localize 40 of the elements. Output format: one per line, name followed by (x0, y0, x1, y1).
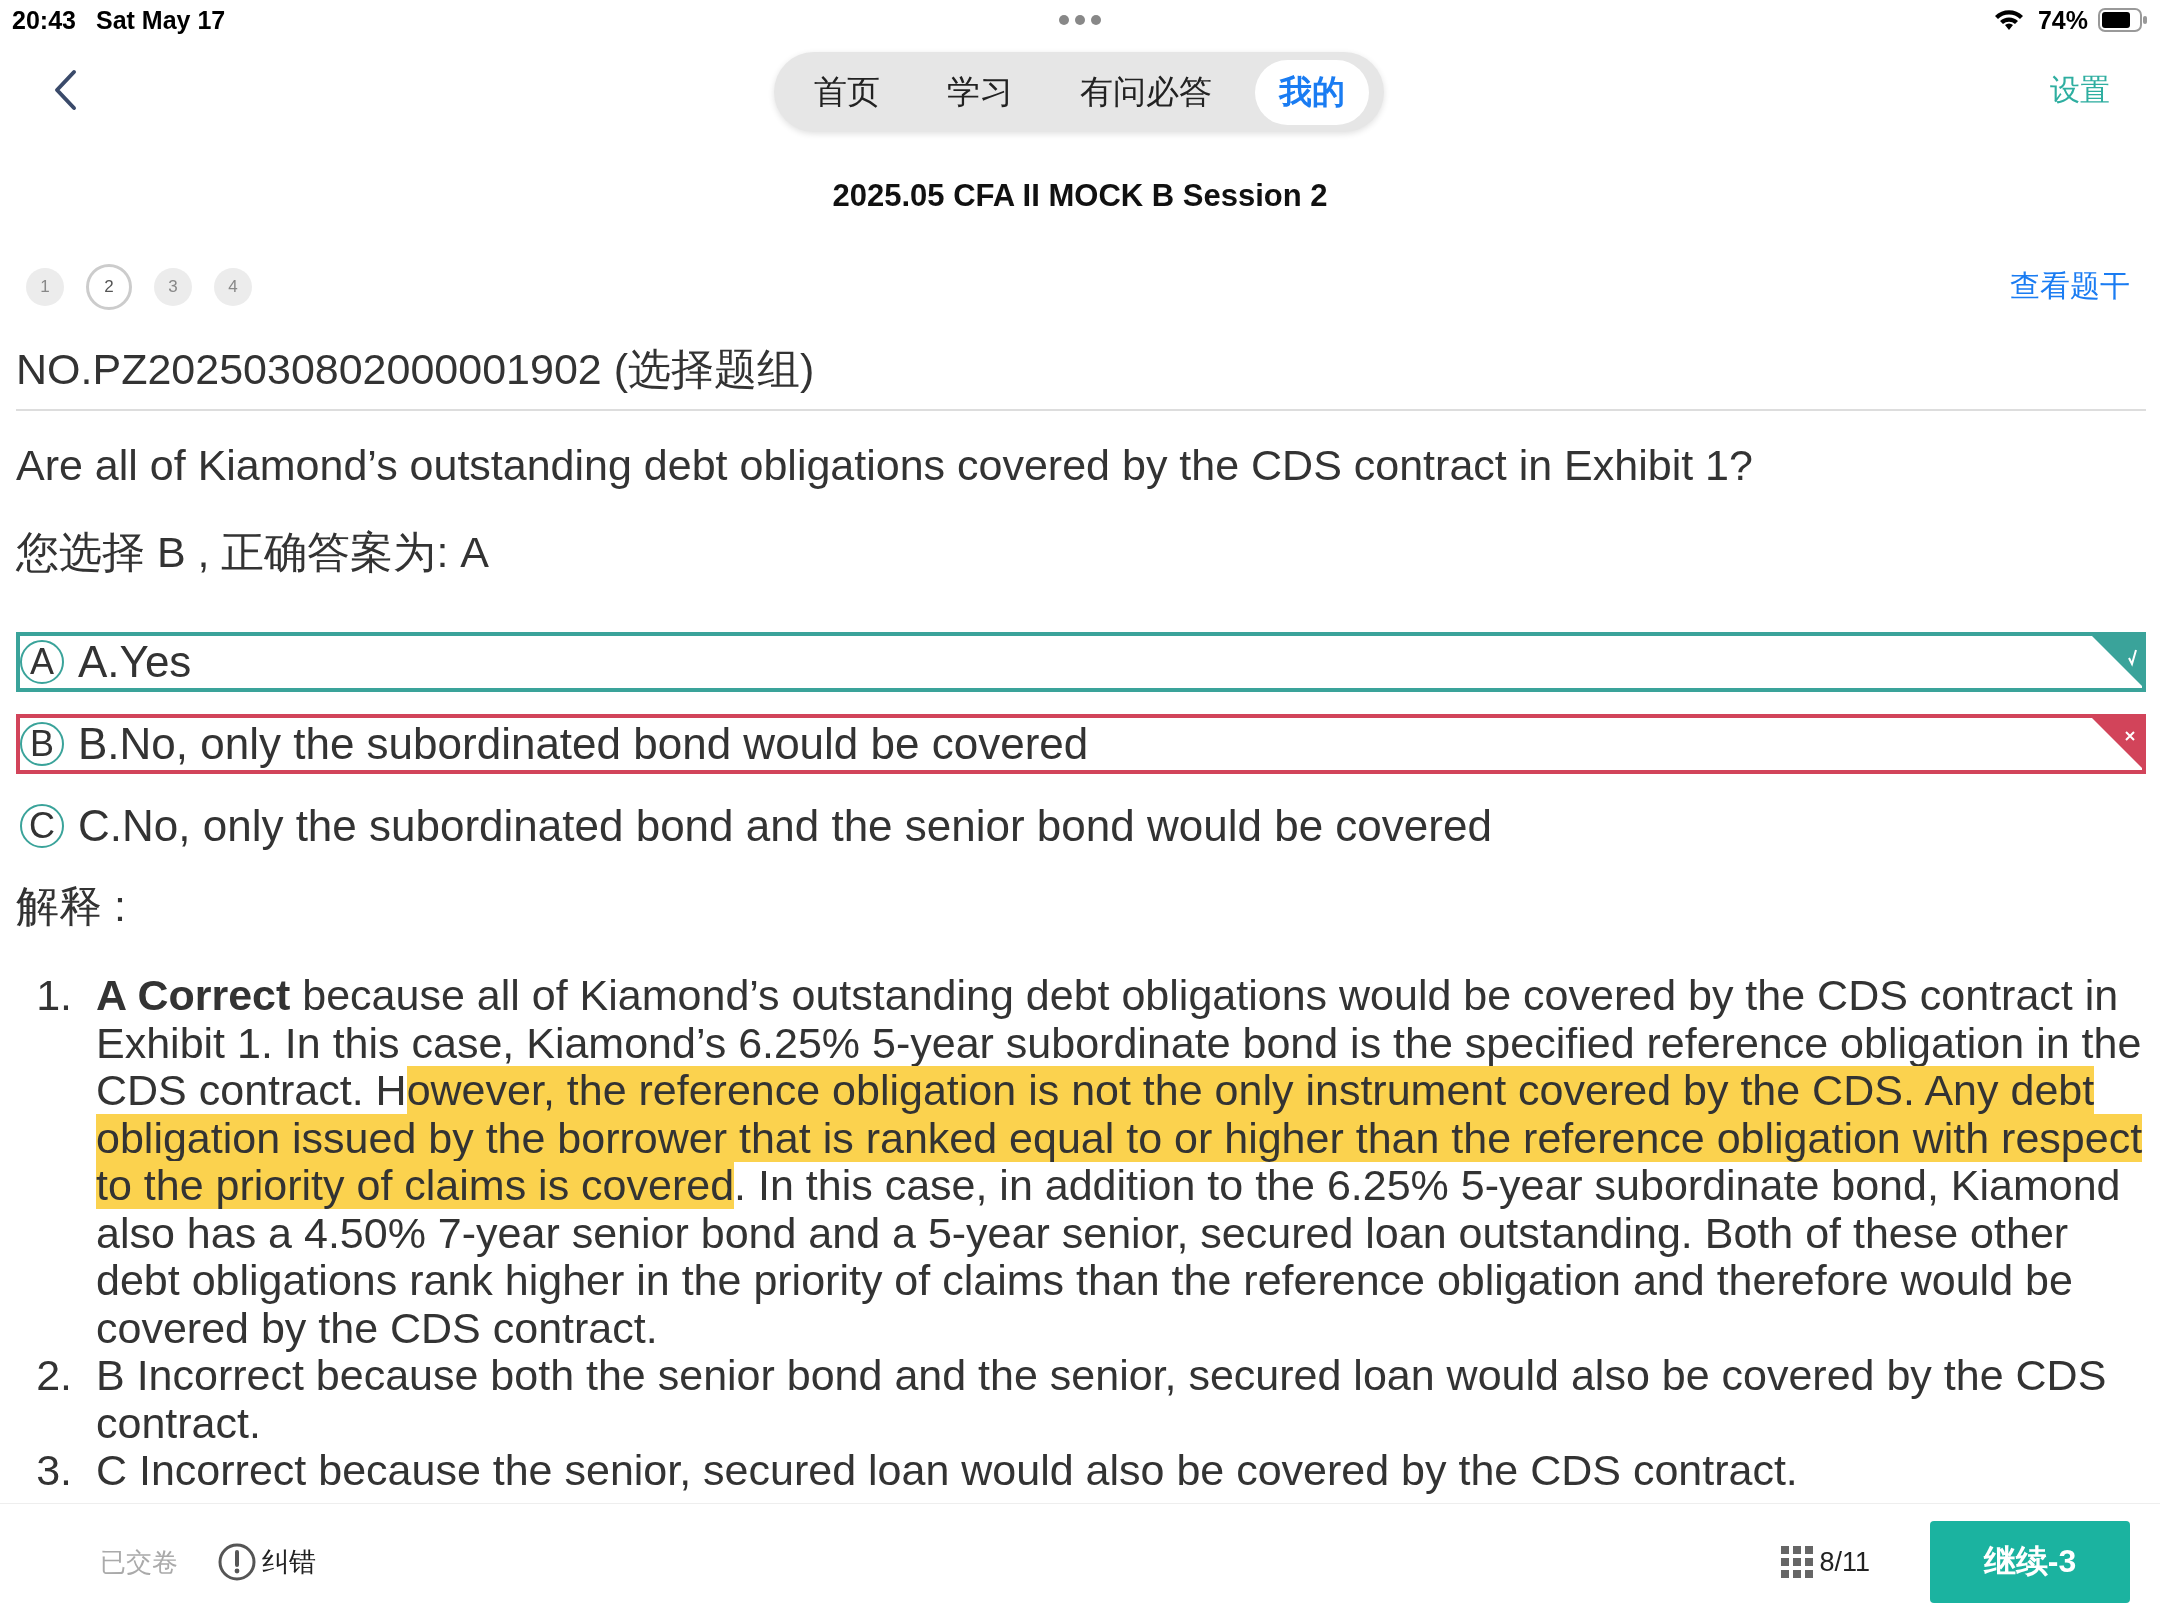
option-letter: B (20, 722, 64, 766)
nav-tab[interactable]: 学习 (922, 59, 1037, 125)
cross-corner-icon (2092, 718, 2142, 768)
option-letter: C (20, 804, 64, 848)
question-number[interactable]: 2 (86, 263, 132, 310)
option-text: C.No, only the subordinated bond and the senior bond would be covered (78, 801, 1492, 851)
option-text: A.Yes (78, 637, 192, 687)
back-icon[interactable] (52, 69, 78, 111)
nav-tab[interactable]: 首页 (789, 59, 904, 125)
explanation-paragraph: A Correct because all of Kiamond’s outstanding debt obligations would be covered by the CDS contract in Exhibit 1. In this case, Kiamond’s 6.25% 5-year subordinate bond is the specified reference obligation in the CDS contract. However, the reference obligation is not the only instrument covered by the CDS. Any debt obligation issued by the borrower that is ranked equal to or higher than the reference obligation with respect to the priority of claims is covered. In this case, in addition to the 6.25% 5-year subordinate bond, Kiamond also has a 4.50% 7-year senior bond and a 5-year senior, secured loan outstanding. Both of these other debt obligations rank higher in the priority of claims than the reference obligation and therefore would be covered by the CDS contract. (96, 972, 2144, 1352)
answer-option[interactable]: C C.No, only the subordinated bond and the senior bond would be covered (16, 796, 2146, 856)
list-number: 2. (35, 1352, 73, 1401)
page-title: 2025.05 CFA II MOCK B Session 2 (831, 178, 1329, 214)
explanation-paragraph: B Incorrect because both the senior bond and the senior, secured loan would also be covered by the CDS contract. (96, 1352, 2108, 1447)
exclamation-circle-icon (218, 1543, 256, 1581)
question-grid-button[interactable]: 8/11 (1781, 1546, 1870, 1578)
status-time: 20:43 (12, 5, 76, 35)
option-letter: A (20, 640, 64, 684)
nav-tab[interactable]: 有问必答 (1055, 59, 1236, 125)
question-text: Are all of Kiamond’s outstanding debt obligations covered by the CDS contract in Exhibit 1? (16, 441, 1754, 490)
explanation-paragraph: C Incorrect because the senior, secured loan would also be covered by the CDS contract. (96, 1447, 1799, 1495)
answer-summary: 您选择 B , 正确答案为: A (16, 527, 491, 578)
list-number: 1. (35, 972, 73, 1021)
check-corner-icon (2092, 636, 2142, 686)
question-number-heading: NO.PZ2025030802000001902 (选择题组) (16, 341, 2146, 411)
answer-option[interactable]: B B.No, only the subordinated bond would be covered (16, 714, 2146, 774)
nav-tab[interactable]: 我的 (1254, 59, 1369, 125)
battery-percent: 74% (2037, 5, 2088, 35)
list-number: 3. (35, 1447, 73, 1495)
option-text: B.No, only the subordinated bond would be covered (78, 719, 1089, 769)
multitasking-dots-icon[interactable] (1058, 14, 1102, 26)
report-error-button[interactable]: 纠错 (218, 1543, 316, 1581)
battery-icon (2098, 8, 2148, 32)
wifi-icon (1993, 9, 2024, 31)
grid-icon (1781, 1546, 1814, 1578)
view-stem-link[interactable]: 查看题干 (2010, 266, 2130, 307)
explanation-label: 解释 : (16, 881, 127, 932)
status-date: Sat May 17 (95, 5, 226, 35)
submitted-label: 已交卷 (100, 1545, 178, 1579)
answer-option[interactable]: A A.Yes (16, 632, 2146, 692)
